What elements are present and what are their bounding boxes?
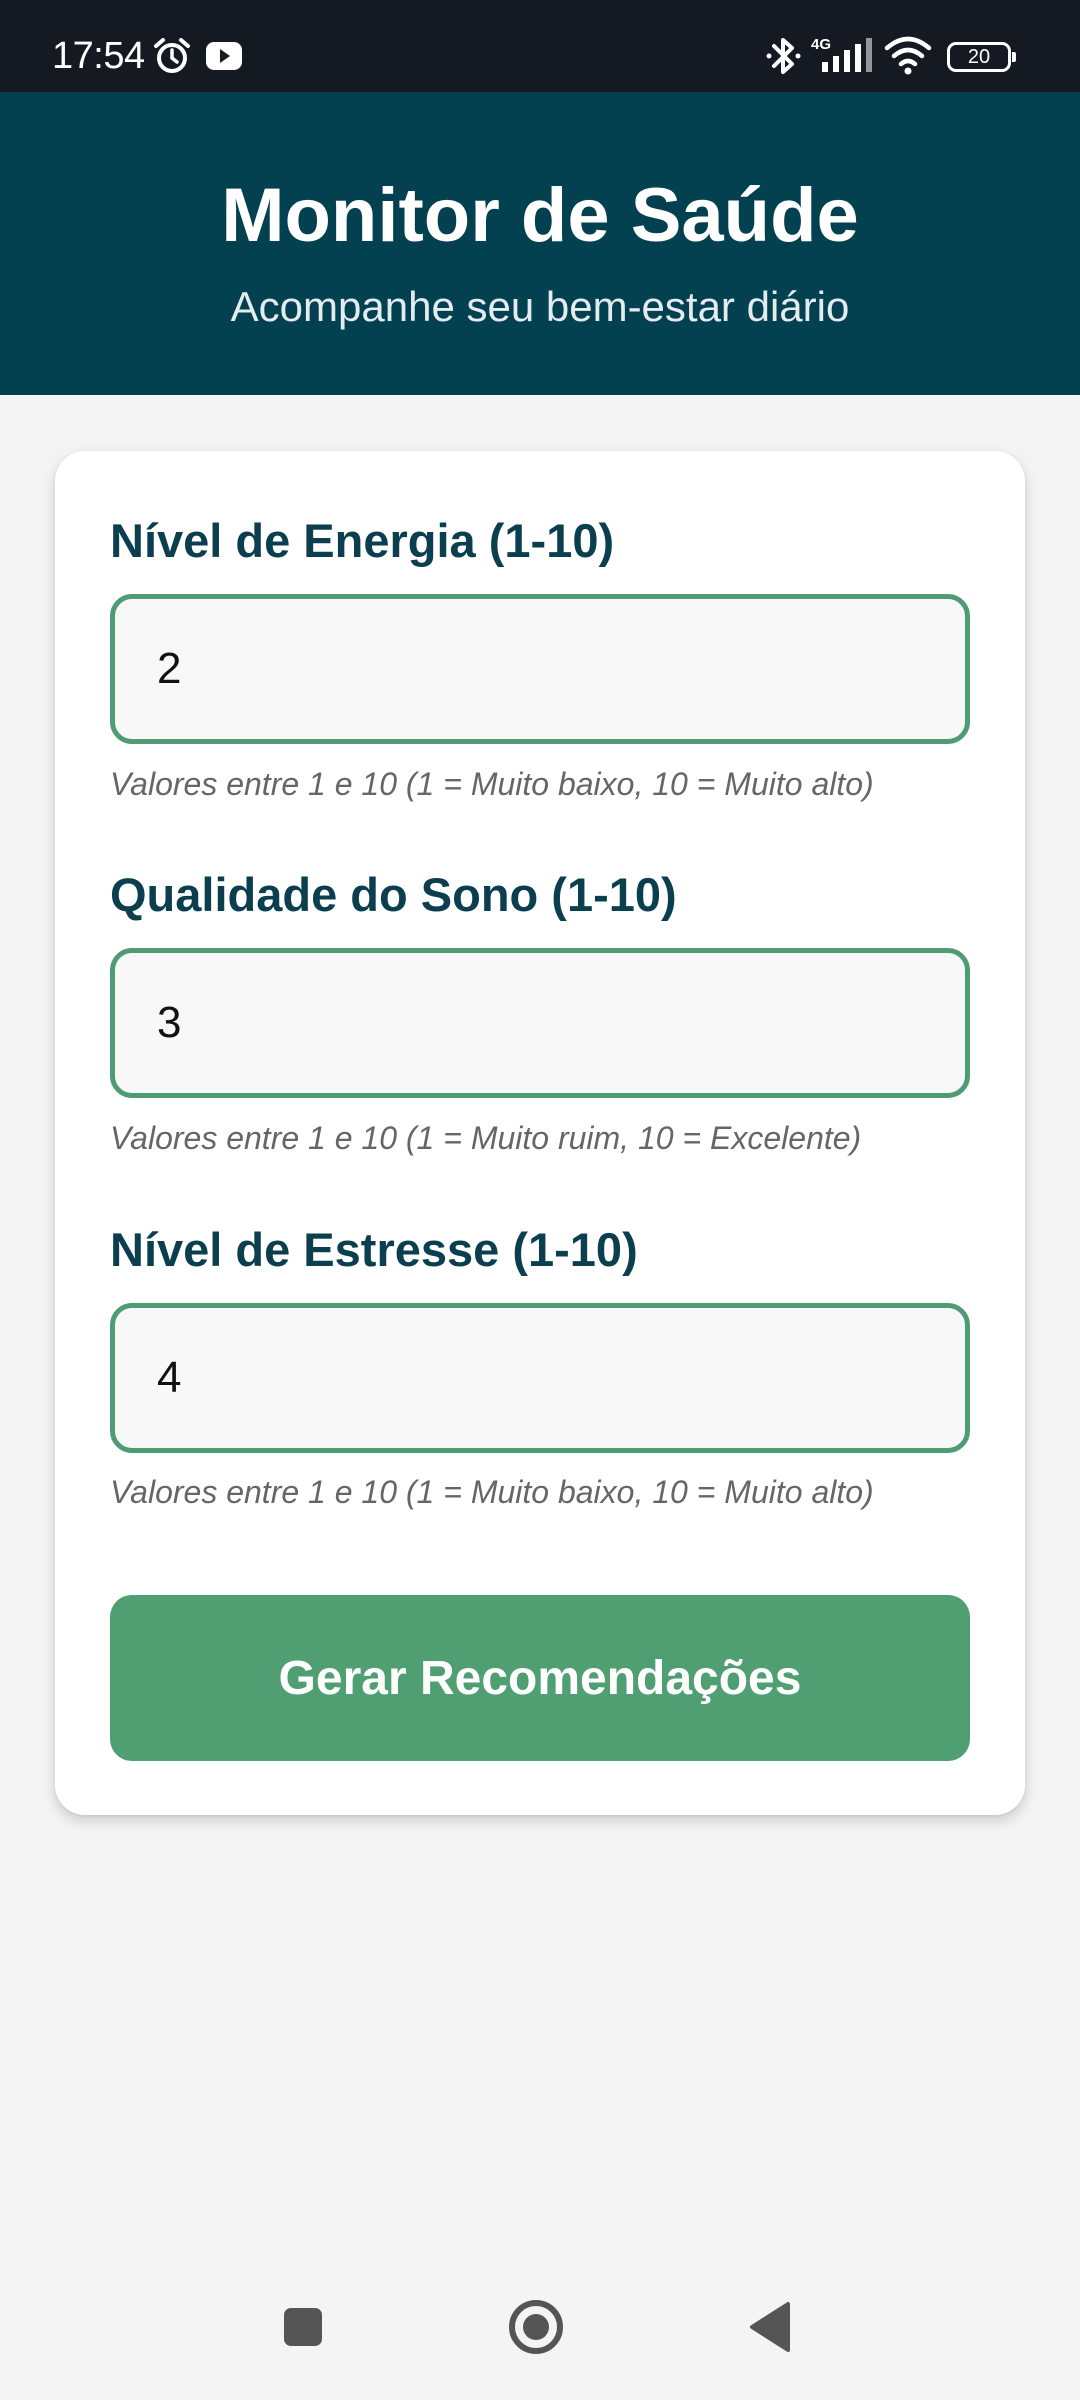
battery-level: 20 bbox=[967, 46, 991, 68]
back-icon bbox=[750, 2302, 790, 2352]
youtube-icon bbox=[206, 42, 242, 70]
stress-level-input[interactable] bbox=[110, 1303, 970, 1453]
battery-icon: 20 bbox=[947, 42, 1016, 72]
alarm-icon bbox=[154, 38, 190, 73]
bluetooth-icon bbox=[766, 38, 801, 74]
app-header: Monitor de Saúde Acompanhe seu bem-estar… bbox=[0, 92, 1080, 395]
stress-level-hint: Valores entre 1 e 10 (1 = Muito baixo, 1… bbox=[110, 1474, 874, 1510]
generate-recommendations-button[interactable]: Gerar Recomendações bbox=[110, 1595, 970, 1761]
signal-4g-icon bbox=[822, 38, 872, 72]
recents-button[interactable] bbox=[278, 2302, 328, 2352]
energy-level-hint: Valores entre 1 e 10 (1 = Muito baixo, 1… bbox=[110, 766, 874, 802]
energy-level-input[interactable] bbox=[110, 594, 970, 744]
health-form-card: Nível de Energia (1-10) Valores entre 1 … bbox=[55, 451, 1025, 1815]
home-button[interactable] bbox=[506, 2297, 566, 2357]
sleep-quality-input[interactable] bbox=[110, 948, 970, 1098]
stress-level-label: Nível de Estresse (1-10) bbox=[110, 1223, 638, 1276]
navigation-bar bbox=[0, 2250, 1080, 2400]
energy-level-label: Nível de Energia (1-10) bbox=[110, 514, 615, 567]
sleep-quality-hint: Valores entre 1 e 10 (1 = Muito ruim, 10… bbox=[110, 1120, 862, 1156]
back-button[interactable] bbox=[744, 2300, 798, 2354]
page-subtitle: Acompanhe seu bem-estar diário bbox=[230, 283, 850, 330]
sleep-quality-label: Qualidade do Sono (1-10) bbox=[110, 868, 677, 921]
home-icon bbox=[509, 2300, 563, 2354]
wifi-icon bbox=[884, 36, 932, 75]
status-time: 17:54 bbox=[52, 35, 145, 77]
page-title: Monitor de Saúde bbox=[221, 173, 859, 258]
status-bar: 17:54 4G 20 bbox=[0, 0, 1080, 92]
recents-icon bbox=[284, 2308, 322, 2346]
